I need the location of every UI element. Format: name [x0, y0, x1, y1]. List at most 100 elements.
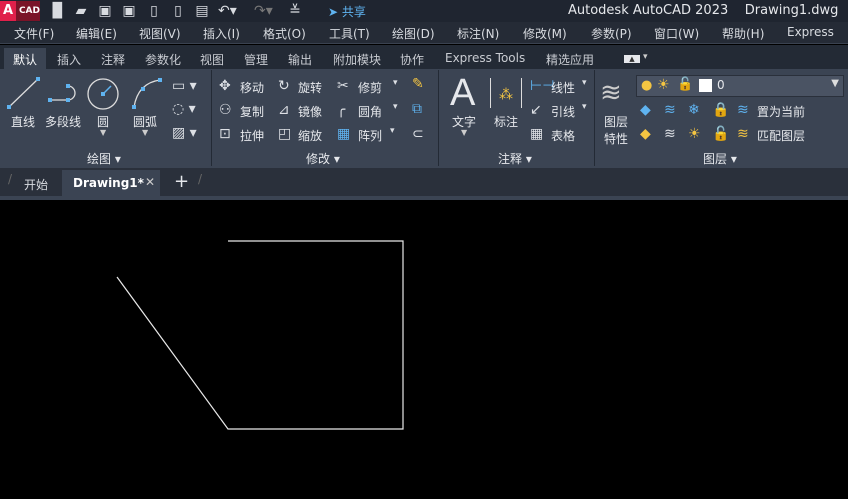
chevron-down-icon[interactable]: ▼	[100, 128, 106, 137]
customize-icon[interactable]: ≚	[287, 3, 303, 19]
fillet-button[interactable]: 圆角	[358, 103, 382, 120]
copy-button[interactable]: 复制	[240, 103, 264, 120]
tab-addins[interactable]: 附加模块	[333, 51, 381, 68]
menu-tools[interactable]: 工具(T)	[329, 25, 370, 42]
send-icon: ➤	[328, 5, 339, 19]
polyline-icon[interactable]	[46, 80, 82, 106]
circle-icon[interactable]	[86, 77, 120, 111]
explode-icon[interactable]: ⧉	[412, 101, 422, 117]
tab-annotate[interactable]: 注释	[101, 51, 125, 68]
tab-view[interactable]: 视图	[200, 51, 224, 68]
ellipse-icon[interactable]: ◌ ▾	[172, 101, 196, 117]
draw-panel-label[interactable]: 绘图 ▾	[87, 150, 121, 167]
tab-express-tools[interactable]: Express Tools	[445, 51, 525, 65]
save-as-icon[interactable]: ▣	[121, 3, 137, 19]
tab-manage[interactable]: 管理	[244, 51, 268, 68]
layer-properties-button-line2[interactable]: 特性	[604, 130, 628, 147]
menu-express[interactable]: Express	[787, 25, 834, 39]
move-button[interactable]: 移动	[240, 79, 264, 96]
layer-thaw-icon[interactable]: ☀	[688, 126, 701, 142]
chevron-down-icon[interactable]: ▾	[393, 102, 398, 112]
menu-view[interactable]: 视图(V)	[139, 25, 181, 42]
leader-button[interactable]: 引线	[551, 103, 575, 120]
offset-icon[interactable]: ⊂	[412, 126, 424, 142]
layer-properties-button[interactable]: 图层	[604, 113, 628, 130]
dimension-icon[interactable]: ⁂	[490, 78, 522, 108]
menu-help[interactable]: 帮助(H)	[722, 25, 764, 42]
menu-draw[interactable]: 绘图(D)	[392, 25, 435, 42]
scale-button[interactable]: 缩放	[298, 127, 322, 144]
table-button[interactable]: 表格	[551, 127, 575, 144]
menu-dimension[interactable]: 标注(N)	[457, 25, 499, 42]
chevron-down-icon[interactable]: ▾	[393, 78, 398, 88]
line-icon[interactable]	[6, 76, 42, 110]
open-from-web-icon[interactable]: ▯	[146, 3, 162, 19]
chevron-down-icon[interactable]: ▼	[142, 128, 148, 137]
text-icon[interactable]: A	[450, 72, 475, 115]
set-current-button[interactable]: 置为当前	[757, 103, 805, 120]
menu-modify[interactable]: 修改(M)	[523, 25, 567, 42]
rotate-button[interactable]: 旋转	[298, 79, 322, 96]
tab-output[interactable]: 输出	[288, 51, 312, 68]
drawing-tab-label[interactable]: Drawing1*	[73, 176, 144, 190]
tab-insert[interactable]: 插入	[57, 51, 81, 68]
new-icon[interactable]: ▉	[50, 3, 66, 19]
tab-featured-apps[interactable]: 精选应用	[546, 51, 594, 68]
close-icon[interactable]: ✕	[145, 175, 155, 189]
chevron-down-icon[interactable]: ▾	[390, 126, 395, 136]
chevron-down-icon[interactable]: ▾	[582, 78, 587, 88]
layer-freeze-icon[interactable]: ❄	[688, 102, 700, 118]
menu-insert[interactable]: 插入(I)	[203, 25, 240, 42]
layer-properties-icon[interactable]: ≋	[600, 78, 622, 108]
start-tab[interactable]: 开始	[24, 176, 48, 193]
plot-icon[interactable]: ▤	[194, 3, 210, 19]
erase-icon[interactable]: ✎	[412, 76, 424, 92]
linear-button[interactable]: 线性	[551, 79, 575, 96]
polyline-button[interactable]: 多段线	[45, 113, 81, 130]
copy-icon: ⚇	[219, 102, 232, 118]
layer-unisolate-icon[interactable]: ≋	[664, 126, 676, 142]
redo-icon[interactable]: ↷▾	[254, 3, 273, 19]
ribbon-minimize-icon[interactable]: ▲	[624, 55, 640, 63]
drawing-canvas[interactable]	[0, 200, 848, 496]
mirror-button[interactable]: 镜像	[298, 103, 322, 120]
array-button[interactable]: 阵列	[358, 127, 382, 144]
layer-off-icon[interactable]: ◆	[640, 102, 651, 118]
menu-edit[interactable]: 编辑(E)	[76, 25, 117, 42]
tab-parametric[interactable]: 参数化	[145, 51, 181, 68]
save-to-web-icon[interactable]: ▯	[170, 3, 186, 19]
layer-isolate-icon[interactable]: ≋	[664, 102, 676, 118]
annotation-panel-label[interactable]: 注释 ▾	[498, 150, 532, 167]
menu-format[interactable]: 格式(O)	[263, 25, 306, 42]
stretch-button[interactable]: 拉伸	[240, 127, 264, 144]
menu-window[interactable]: 窗口(W)	[654, 25, 699, 42]
layer-on-icon[interactable]: ◆	[640, 126, 651, 142]
undo-icon[interactable]: ↶▾	[218, 3, 237, 19]
arc-icon[interactable]	[130, 77, 164, 111]
menu-parameter[interactable]: 参数(P)	[591, 25, 632, 42]
chevron-down-icon[interactable]: ▾	[643, 52, 648, 62]
menu-file[interactable]: 文件(F)	[14, 25, 54, 42]
annotation-panel-title: 注释	[498, 152, 523, 166]
match-layer-button[interactable]: 匹配图层	[757, 127, 805, 144]
new-tab-button[interactable]: +	[174, 171, 189, 192]
modify-panel-label[interactable]: 修改 ▾	[306, 150, 340, 167]
save-icon[interactable]: ▣	[97, 3, 113, 19]
tab-home[interactable]: 默认	[13, 51, 37, 68]
trim-button[interactable]: 修剪	[358, 79, 382, 96]
layers-panel-label[interactable]: 图层 ▾	[703, 150, 737, 167]
dimension-button[interactable]: 标注	[494, 113, 518, 130]
layer-unlock-icon[interactable]: 🔓	[712, 126, 729, 142]
chevron-down-icon[interactable]: ▼	[461, 128, 467, 137]
tab-collaborate[interactable]: 协作	[400, 51, 424, 68]
layer-lock-icon[interactable]: 🔒	[712, 102, 729, 118]
chevron-down-icon[interactable]: ▾	[582, 102, 587, 112]
rectangle-icon[interactable]: ▭ ▾	[172, 78, 197, 94]
polyline-shape[interactable]	[116, 240, 404, 430]
share-button[interactable]: ➤ 共享	[328, 3, 366, 20]
open-icon[interactable]: ▰	[73, 3, 89, 19]
layer-dropdown[interactable]: ● ☀ 🔓 0 ▼	[636, 75, 844, 97]
hatch-icon[interactable]: ▨ ▾	[172, 125, 197, 141]
line-button[interactable]: 直线	[11, 113, 35, 130]
app-menu-button[interactable]: A CAD	[0, 1, 40, 21]
